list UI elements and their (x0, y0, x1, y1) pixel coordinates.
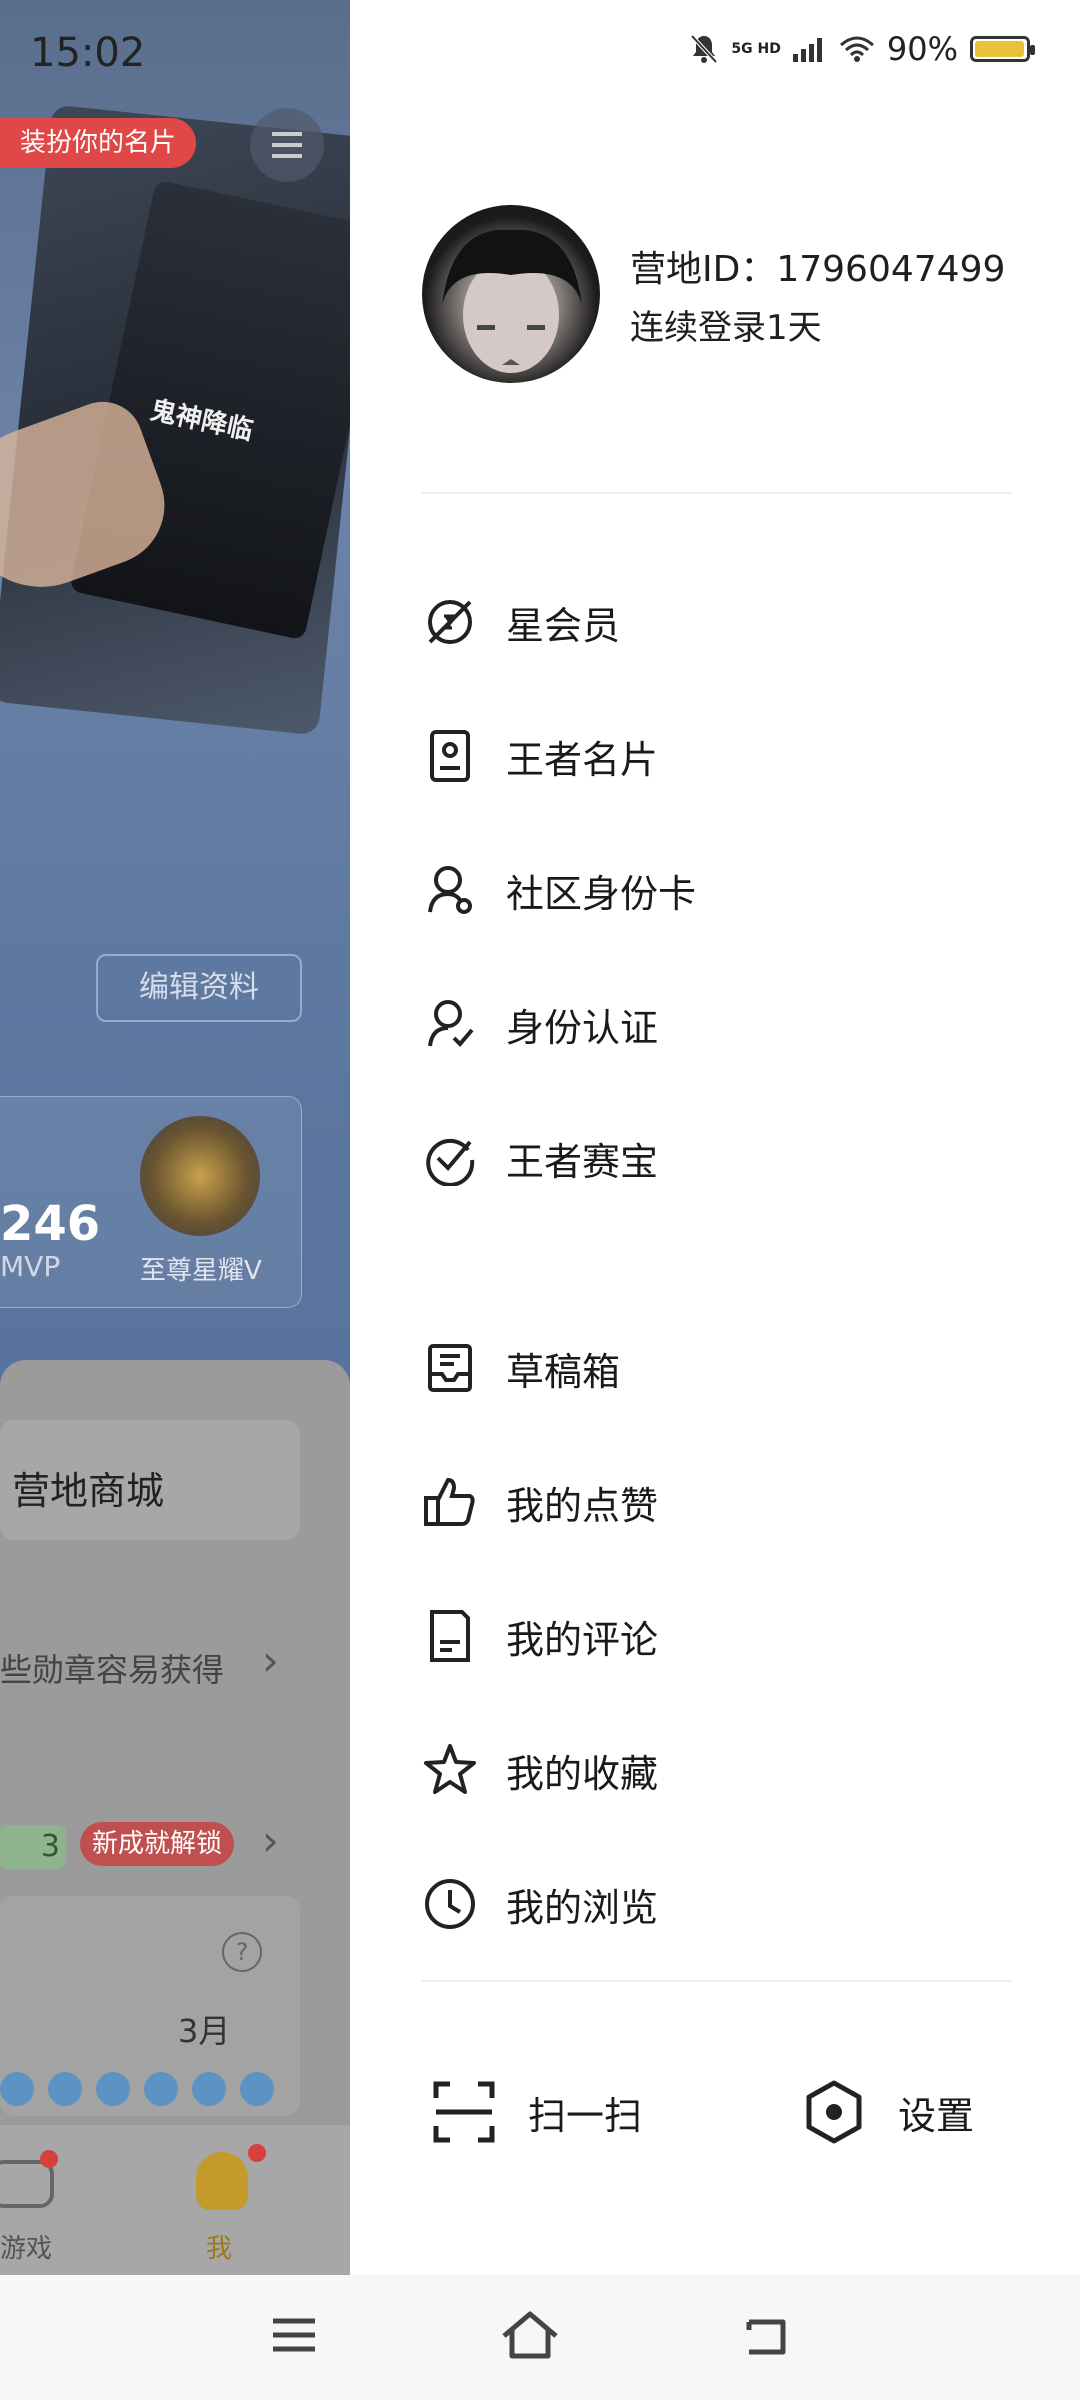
menu-item-my-history[interactable]: 我的浏览 (422, 1864, 1012, 1944)
tab-games[interactable]: 游戏 (0, 2228, 52, 2265)
menu-item-label: 我的收藏 (506, 1751, 659, 1796)
home-nav-icon[interactable] (500, 2305, 560, 2365)
battery-percent: 90% (886, 30, 958, 68)
tab-me[interactable]: 我 (206, 2228, 232, 2265)
scan-label: 扫一扫 (528, 2093, 643, 2138)
menu-item-my-likes[interactable]: 我的点赞 (422, 1462, 1012, 1542)
thumbs-up-icon (422, 1474, 478, 1530)
edit-profile-button[interactable]: 编辑资料 (96, 954, 302, 1022)
star-member-icon (422, 594, 478, 650)
badge-hint[interactable]: 些勋章容易获得 (0, 1645, 224, 1691)
menu-item-verify-identity[interactable]: 身份认证 (422, 984, 1012, 1064)
shop-label: 营地商城 (12, 1469, 165, 1513)
menu-item-label: 王者赛宝 (506, 1139, 659, 1184)
menu-item-my-comments[interactable]: 我的评论 (422, 1596, 1012, 1676)
divider (422, 1980, 1012, 1982)
stat-label: MVP (0, 1250, 61, 1283)
help-icon[interactable]: ? (222, 1932, 262, 1972)
checkin-dots (0, 2072, 274, 2106)
signal-icon (792, 38, 822, 62)
menu-item-label: 身份认证 (506, 1005, 659, 1050)
star-outline-icon (422, 1742, 478, 1798)
menu-item-name-card[interactable]: 王者名片 (422, 716, 1012, 796)
notification-dot (248, 2144, 266, 2162)
login-streak: 连续登录1天 (630, 308, 822, 348)
menu-item-drafts[interactable]: 草稿箱 (422, 1328, 1012, 1408)
month-label: 3月 (178, 2012, 231, 2050)
community-id-icon (422, 862, 478, 918)
comment-doc-icon (422, 1608, 478, 1664)
menu-item-label: 我的点赞 (506, 1483, 659, 1528)
menu-item-label: 王者名片 (506, 737, 659, 782)
chevron-right-icon[interactable]: › (262, 1816, 279, 1865)
menu-item-label: 我的浏览 (506, 1885, 659, 1930)
scan-button[interactable]: 扫一扫 (432, 2072, 642, 2152)
wifi-icon (839, 36, 874, 62)
me-avatar-icon[interactable] (196, 2152, 248, 2210)
background-app-page[interactable]: 鬼神降临 15:02 装扮你的名片 编辑资料 246 MVP 至尊星耀V 营地商… (0, 0, 350, 2400)
menu-item-label: 草稿箱 (506, 1349, 621, 1394)
achievement-count: 3 (0, 1825, 66, 1869)
menu-item-label: 星会员 (506, 603, 621, 648)
gear-icon (802, 2080, 866, 2144)
back-nav-icon[interactable] (736, 2305, 796, 2365)
clock-icon (422, 1876, 478, 1932)
stat-number: 246 (0, 1196, 101, 1252)
divider (422, 492, 1012, 494)
new-achievement-badge[interactable]: 新成就解锁 (80, 1822, 235, 1866)
rank-emblem-icon (140, 1116, 260, 1236)
chevron-right-icon[interactable]: › (262, 1636, 279, 1685)
settings-label: 设置 (898, 2093, 975, 2138)
mute-bell-icon (690, 34, 718, 64)
avatar[interactable] (422, 205, 600, 383)
name-card-icon (422, 728, 478, 784)
menu-button[interactable] (250, 108, 324, 182)
menu-nav-icon[interactable] (264, 2305, 324, 2365)
scan-icon (432, 2080, 496, 2144)
status-time: 15:02 (30, 30, 146, 76)
menu-item-community-id[interactable]: 社区身份卡 (422, 850, 1012, 930)
menu-item-label: 社区身份卡 (506, 871, 697, 916)
settings-button[interactable]: 设置 (802, 2072, 974, 2152)
menu-item-my-favorites[interactable]: 我的收藏 (422, 1730, 1012, 1810)
rank-label: 至尊星耀V (140, 1256, 262, 1286)
menu-item-label: 我的评论 (506, 1617, 659, 1662)
menu-item-match-treasure[interactable]: 王者赛宝 (422, 1118, 1012, 1198)
menu-item-star-member[interactable]: 星会员 (422, 582, 1012, 662)
network-indicator: 5G HD (731, 41, 781, 57)
status-bar: 5G HD 90% (689, 30, 1035, 68)
camp-id: 营地ID：1796047499 (630, 249, 1006, 290)
decorate-card-tag[interactable]: 装扮你的名片 (0, 118, 197, 168)
verify-identity-icon (422, 996, 478, 1052)
battery-icon (970, 36, 1035, 62)
match-check-icon (422, 1130, 478, 1186)
system-nav-bar (0, 2275, 1080, 2400)
notification-dot (40, 2150, 58, 2168)
drafts-icon (422, 1340, 478, 1396)
side-drawer: 5G HD 90% 营地ID：1796047499 连续登录1天 星会员 王者名… (350, 0, 1080, 2275)
